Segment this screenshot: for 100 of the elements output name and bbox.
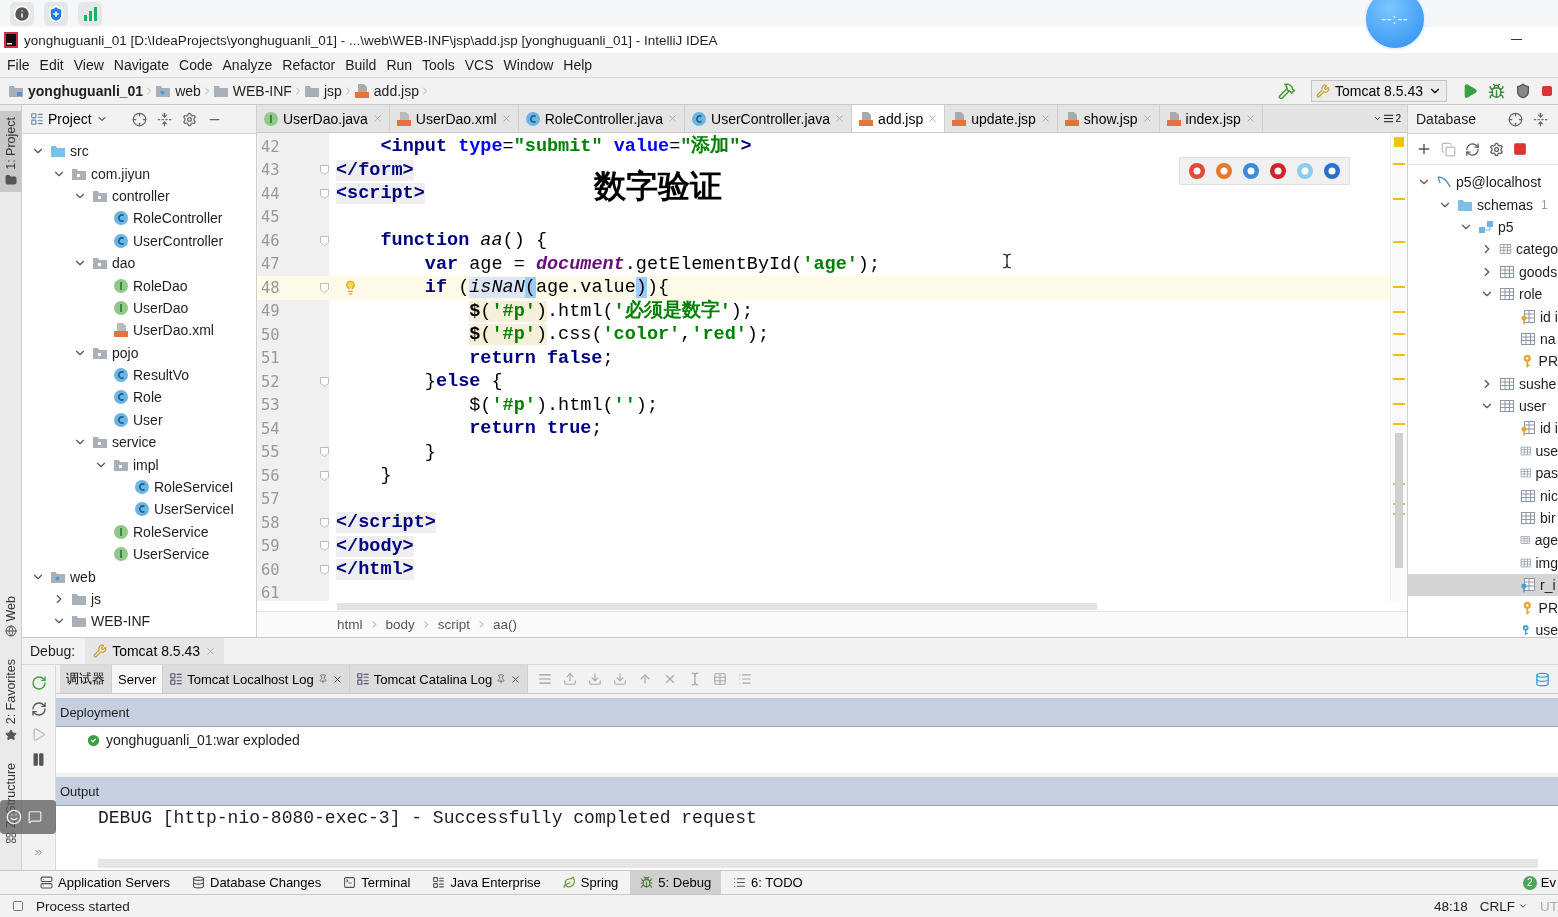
tree-item[interactable]: web — [22, 565, 256, 588]
tree-item[interactable]: user — [1408, 394, 1558, 418]
caption-text: 数字验证 — [594, 166, 722, 207]
breadcrumb-item[interactable]: aa() — [493, 617, 518, 632]
debug-session-tab[interactable]: Tomcat 8.5.43 — [85, 638, 225, 664]
tree-item[interactable]: com.jiyun — [22, 162, 256, 185]
tree-item[interactable]: UserDao — [22, 296, 256, 320]
menu-item[interactable]: Build — [340, 57, 382, 73]
tree-item[interactable]: impl — [22, 453, 256, 476]
breadcrumb-item[interactable]: jsp — [303, 83, 342, 99]
count-label: 1 — [1541, 197, 1548, 212]
menu-item[interactable]: File — [2, 57, 35, 73]
line-number: 60 — [260, 560, 281, 579]
side-tab[interactable]: Web — [0, 589, 21, 644]
caret-position[interactable]: 48:18 — [1433, 898, 1468, 914]
menu-item[interactable]: View — [68, 57, 109, 73]
tree-item[interactable]: UserDao.xml — [22, 319, 256, 342]
tree-item[interactable]: p5@localhost — [1408, 171, 1558, 194]
tree-item[interactable]: schemas 1 — [1408, 193, 1558, 216]
tree-item[interactable]: goods — [1408, 260, 1558, 283]
tree-item[interactable]: src — [22, 140, 256, 163]
side-tab[interactable]: 1: Project — [0, 111, 21, 192]
tree-item[interactable]: nic — [1408, 484, 1558, 507]
menu-item[interactable]: Edit — [34, 57, 69, 73]
breadcrumb-item[interactable]: body — [385, 617, 415, 632]
run-config-dropdown[interactable]: Tomcat 8.5.43 — [1311, 80, 1447, 102]
panel-title: Debug: — [30, 643, 76, 659]
debug-tab[interactable]: 调试器 — [60, 665, 112, 693]
tree-item[interactable]: role — [1408, 282, 1558, 306]
tree-item[interactable]: bir — [1408, 506, 1558, 530]
tool-window-button[interactable]: Application Servers — [30, 871, 180, 894]
menu-item[interactable]: Help — [558, 57, 598, 73]
tree-item[interactable]: RoleService — [22, 520, 256, 544]
breadcrumb-item[interactable]: WEB-INF — [212, 83, 292, 99]
tree-item[interactable]: controller — [22, 184, 256, 208]
tree-item[interactable]: RoleController — [22, 207, 256, 230]
tree-item[interactable]: User — [22, 408, 256, 432]
breadcrumb-item[interactable]: html — [337, 617, 363, 632]
tree-item[interactable]: id i — [1408, 417, 1558, 440]
tool-window-button[interactable]: Database Changes — [182, 871, 332, 894]
tree-item[interactable]: sushe — [1408, 372, 1558, 395]
tree-item[interactable]: PR — [1408, 596, 1558, 619]
tree-item[interactable]: dao — [22, 251, 256, 275]
tree-item[interactable]: img — [1408, 551, 1558, 575]
menu-item[interactable]: Code — [174, 57, 218, 73]
line-number: 44 — [260, 184, 281, 203]
tree-item[interactable]: PR — [1408, 350, 1558, 373]
breadcrumb-item[interactable]: yonghuguanli_01 — [8, 83, 144, 99]
tree-item[interactable]: pas — [1408, 462, 1558, 485]
side-tab[interactable]: 2: Favorites — [0, 653, 21, 747]
debug-tab[interactable]: Tomcat Localhost Log — [163, 665, 350, 693]
tree-item[interactable]: na — [1408, 327, 1558, 351]
line-number: 45 — [260, 208, 281, 227]
tree-item[interactable]: js — [22, 587, 256, 611]
tree-item[interactable]: p5 — [1408, 215, 1558, 239]
tree-item[interactable]: UserService — [22, 543, 256, 566]
menu-item[interactable]: VCS — [459, 57, 499, 73]
line-number: 56 — [260, 466, 281, 485]
tree-item[interactable]: Role — [22, 386, 256, 409]
tree-item[interactable]: r_i — [1408, 574, 1558, 597]
menu-item[interactable]: Tools — [417, 57, 460, 73]
tree-item[interactable]: age — [1408, 529, 1558, 552]
tree-item[interactable]: UserController — [22, 229, 256, 252]
tree-item[interactable]: pojo — [22, 341, 256, 364]
hidden-tabs-button[interactable]: 2 — [1367, 105, 1407, 132]
line-number: 57 — [260, 490, 281, 509]
tool-window-button[interactable]: 6: TODO — [723, 871, 813, 894]
tree-item[interactable]: catego — [1408, 238, 1558, 261]
menu-item[interactable]: Analyze — [217, 57, 278, 73]
tree-item[interactable]: service — [22, 431, 256, 454]
event-log-button[interactable]: 2 Ev — [1522, 875, 1558, 890]
breadcrumb-item[interactable]: script — [437, 617, 471, 632]
tree-item[interactable]: use — [1408, 618, 1558, 637]
line-number: 48 — [260, 278, 281, 297]
editor-tab[interactable]: add.jsp — [852, 105, 946, 132]
tree-item[interactable]: WEB-INF — [22, 610, 256, 633]
tool-window-button[interactable]: Spring — [552, 871, 629, 894]
tool-window-button[interactable]: Terminal — [333, 871, 421, 894]
menu-item[interactable]: Window — [498, 57, 559, 73]
tool-window-button[interactable]: 5: Debug — [630, 871, 722, 894]
project-view-dropdown[interactable]: Project — [30, 111, 108, 127]
code-line: $('#p').html('必须是数字'); — [468, 299, 754, 323]
debug-tab[interactable]: Server — [112, 665, 164, 693]
tool-window-button[interactable]: Java Enterprise — [422, 871, 551, 894]
tree-item[interactable]: UserServiceI — [22, 498, 256, 521]
tree-item[interactable]: use — [1408, 439, 1558, 463]
tree-item[interactable]: ResultVo — [22, 363, 256, 387]
line-number: 43 — [260, 161, 281, 180]
tree-item[interactable]: RoleDao — [22, 274, 256, 297]
line-separator[interactable]: CRLF — [1479, 898, 1528, 914]
breadcrumb-item[interactable]: add.jsp — [353, 83, 419, 99]
menu-item[interactable]: Run — [381, 57, 418, 73]
menu-item[interactable]: Refactor — [277, 57, 341, 73]
line-number: 49 — [260, 302, 281, 321]
breadcrumb-item[interactable]: web — [155, 83, 201, 99]
debug-tab[interactable]: Tomcat Catalina Log — [349, 665, 529, 693]
menu-item[interactable]: Navigate — [108, 57, 175, 73]
tree-item[interactable]: RoleServiceI — [22, 475, 256, 499]
tree-item[interactable]: id i — [1408, 305, 1558, 328]
line-number: 58 — [260, 513, 281, 532]
